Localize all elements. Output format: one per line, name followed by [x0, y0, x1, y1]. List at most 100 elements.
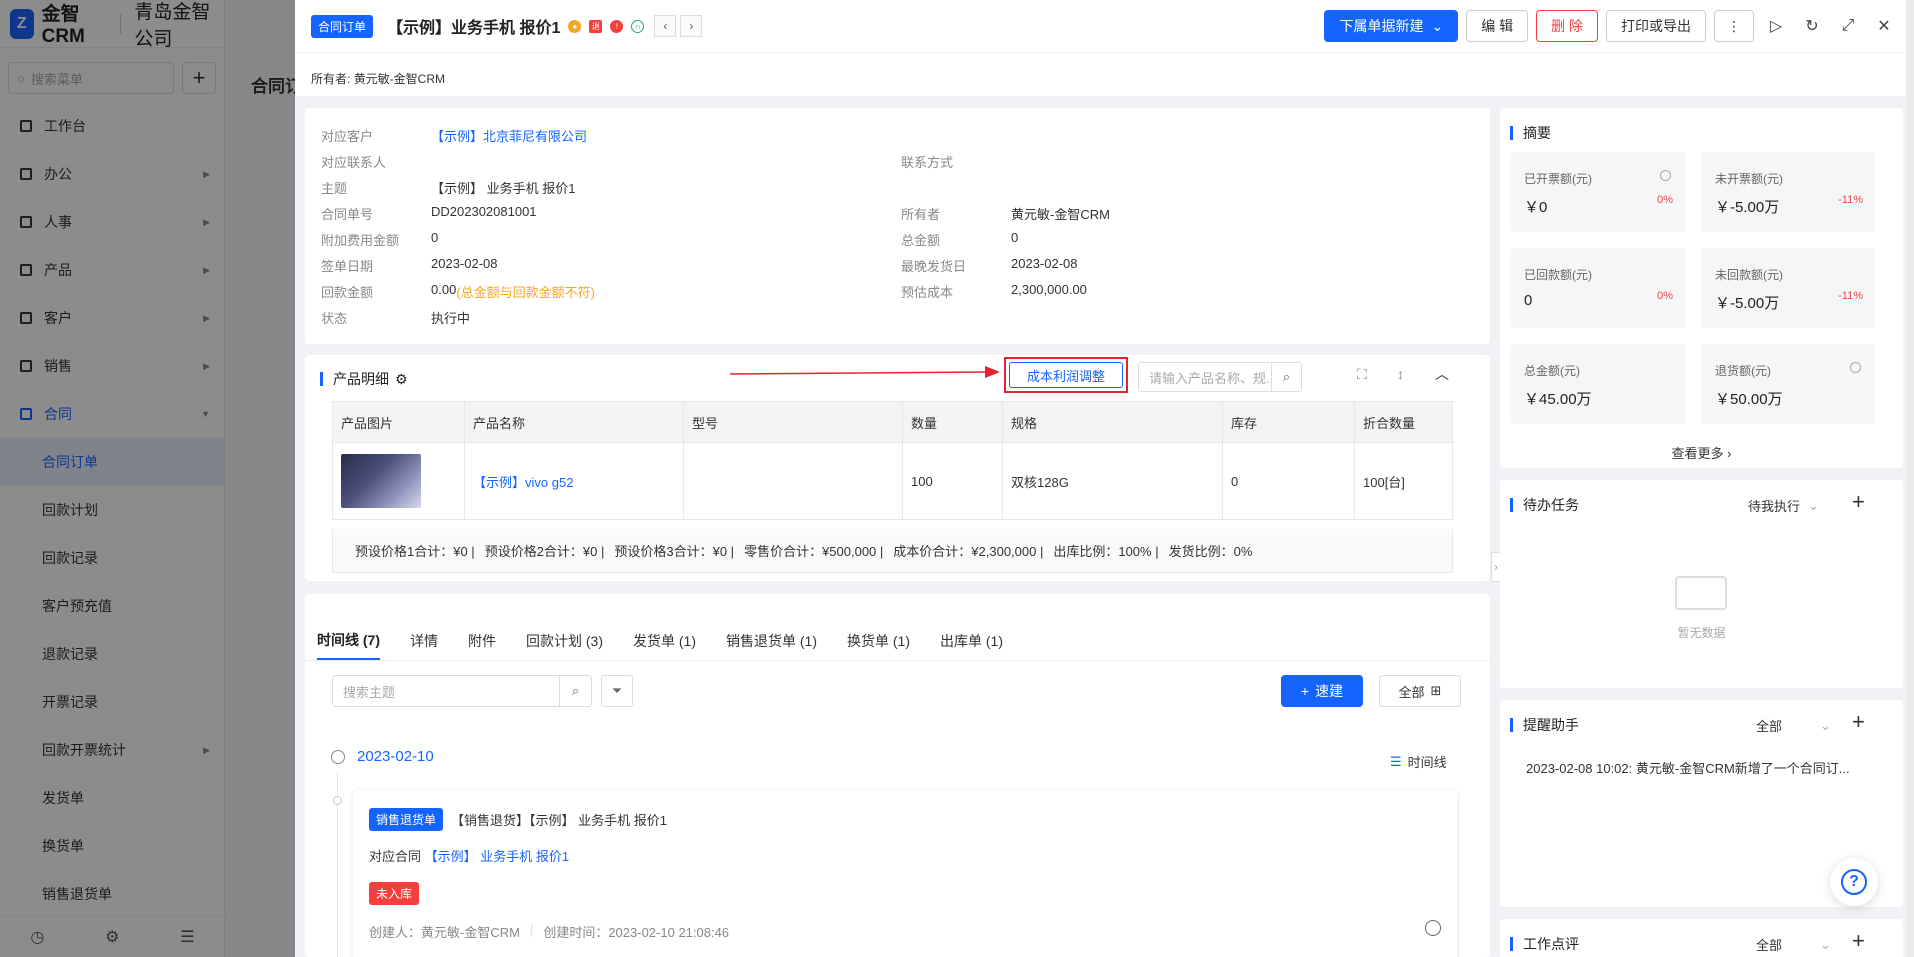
- see-more-label: 查看更多: [1671, 446, 1724, 461]
- add-review-button[interactable]: +: [1852, 928, 1865, 954]
- card-contract-label: 对应合同: [369, 849, 422, 864]
- expand-icon[interactable]: ⛶: [1357, 366, 1367, 383]
- field-value: 0: [431, 230, 439, 245]
- info-status: 状态 执行中: [321, 308, 470, 327]
- scrollbar[interactable]: [1906, 0, 1914, 957]
- fullscreen-icon[interactable]: ⤢: [1834, 12, 1862, 40]
- reminder-item[interactable]: 2023-02-08 10:02: 黄元敏-金智CRM新增了一个合同订...: [1526, 758, 1850, 777]
- field-label: 附加费用金额: [321, 233, 400, 248]
- customer-link[interactable]: 【示例】北京菲尼有限公司: [431, 126, 587, 145]
- alert-icon[interactable]: !: [610, 19, 624, 33]
- tab-shipping[interactable]: 发货单 (1): [633, 622, 696, 660]
- add-reminder-button[interactable]: +: [1852, 709, 1865, 735]
- info-subject: 主题 【示例】 业务手机 报价1: [321, 178, 575, 197]
- card-contract-link[interactable]: 【示例】 业务手机 报价1: [425, 849, 569, 864]
- card-creator: 创建人：黄元敏-金智CRM: [369, 925, 520, 940]
- drawer-header: 合同订单 【示例】业务手机 报价1 ● 退 ! ∩ ‹ › 下属单据新建 ⌄ 编 …: [295, 0, 1914, 52]
- product-table-header: 产品图片 产品名称 型号 数量 规格 库存 折合数量: [332, 401, 1453, 443]
- star-icon[interactable]: ●: [568, 19, 582, 33]
- review-title: 工作点评: [1510, 934, 1579, 954]
- timeline-date: 2023-02-10: [357, 748, 434, 765]
- column-header: 产品名称: [464, 401, 684, 443]
- empty-text: 暂无数据: [1677, 626, 1726, 640]
- tab-attachments[interactable]: 附件: [468, 622, 496, 660]
- summary-item: 成本价合计：¥2,300,000 |: [893, 544, 1044, 559]
- all-filter-button[interactable]: 全部 ⊞: [1379, 675, 1461, 707]
- info-paid: 回款金额 0.00 (总金额与回款金额不符): [321, 282, 595, 301]
- tab-details[interactable]: 详情: [410, 622, 438, 660]
- review-filter-dropdown[interactable]: 全部 ⌄: [1756, 935, 1831, 954]
- meta-divider: |: [529, 922, 534, 937]
- field-value: 黄元敏-金智CRM: [1011, 207, 1110, 222]
- timeline-date-row: 2023-02-10: [331, 748, 434, 765]
- resize-vertical-icon[interactable]: ↕: [1397, 366, 1404, 382]
- summary-title: 摘要: [1510, 123, 1551, 143]
- chevron-down-icon: ⌄: [1808, 497, 1819, 513]
- product-search-input[interactable]: 请输入产品名称、规... ⌕: [1138, 362, 1302, 392]
- see-more-link[interactable]: 查看更多 ›: [1500, 443, 1903, 462]
- next-record-button[interactable]: ›: [680, 15, 703, 37]
- field-label: 对应联系人: [321, 155, 387, 170]
- product-conv-cell: 100[台]: [1354, 442, 1453, 520]
- stat-label: 已开票额(元): [1524, 172, 1592, 186]
- product-name-link[interactable]: 【示例】vivo g52: [473, 475, 573, 490]
- filter-button[interactable]: ⏷: [601, 675, 633, 707]
- todo-filter-dropdown[interactable]: 待我执行 ⌄: [1748, 496, 1819, 515]
- prev-record-button[interactable]: ‹: [654, 15, 677, 37]
- tab-outbound[interactable]: 出库单 (1): [940, 622, 1003, 660]
- help-button[interactable]: ?: [1830, 858, 1878, 906]
- refresh-icon[interactable]: ↻: [1798, 12, 1826, 40]
- headset-icon[interactable]: ∩: [631, 19, 645, 33]
- product-image[interactable]: [341, 454, 421, 508]
- review-panel: 工作点评 全部 ⌄ +: [1500, 919, 1903, 957]
- info-customer: 对应客户 【示例】北京菲尼有限公司: [321, 126, 587, 145]
- delete-button[interactable]: 删 除: [1536, 10, 1598, 42]
- info-latest-ship: 最晚发货日 2023-02-08: [901, 256, 1078, 275]
- cost-profit-adjust-button[interactable]: 成本利润调整: [1009, 362, 1123, 388]
- timeline-dot: [333, 796, 342, 805]
- timeline-card[interactable]: 销售退货单 【销售退货】【示例】 业务手机 报价1 对应合同 【示例】 业务手机…: [353, 790, 1457, 957]
- settings-icon[interactable]: ⚙: [395, 371, 408, 388]
- header-actions: 下属单据新建 ⌄ 编 辑 删 除 打印或导出 ⋮ ▷ ↻ ⤢ ✕: [1324, 10, 1898, 42]
- tab-sales-return[interactable]: 销售退货单 (1): [726, 622, 817, 660]
- print-export-button[interactable]: 打印或导出: [1606, 10, 1706, 42]
- reminder-filter-dropdown[interactable]: 全部 ⌄: [1756, 716, 1831, 735]
- more-button[interactable]: ⋮: [1714, 10, 1754, 42]
- product-summary-row: 预设价格1合计：¥0 | 预设价格2合计：¥0 | 预设价格3合计：¥0 | 零…: [332, 529, 1453, 573]
- column-header: 数量: [902, 401, 1003, 443]
- field-label: 联系方式: [901, 155, 954, 170]
- timeline-search-input[interactable]: 搜索主题 ⌕: [332, 675, 592, 707]
- timeline-view-toggle[interactable]: ☰ 时间线: [1390, 752, 1447, 771]
- add-todo-button[interactable]: +: [1852, 489, 1865, 515]
- stat-value: ￥0: [1524, 199, 1548, 216]
- stat-label: 退货额(元): [1715, 364, 1771, 378]
- filter-icon: ⏷: [611, 683, 623, 698]
- summary-item: 预设价格3合计：¥0 |: [614, 544, 735, 559]
- stat-value: 0: [1524, 292, 1533, 309]
- tab-payment-plan[interactable]: 回款计划 (3): [526, 622, 603, 660]
- search-icon[interactable]: ⌕: [1271, 363, 1301, 391]
- card-title: 【销售退货】【示例】 业务手机 报价1: [451, 813, 667, 828]
- review-filter-label: 全部: [1756, 938, 1783, 953]
- close-icon[interactable]: ✕: [1870, 12, 1898, 40]
- reminder-title-label: 提醒助手: [1523, 717, 1579, 733]
- collapse-up-icon[interactable]: ︿: [1435, 364, 1449, 384]
- edit-button[interactable]: 编 辑: [1466, 10, 1529, 42]
- field-label: 对应客户: [321, 129, 374, 144]
- info-order-no: 合同单号 DD202302081001: [321, 204, 537, 223]
- tabs-divider: [305, 660, 1490, 661]
- status-badge: 未入库: [369, 882, 420, 905]
- tab-exchange[interactable]: 换货单 (1): [847, 622, 910, 660]
- field-value: 2023-02-08: [431, 256, 498, 271]
- info-extra-fee: 附加费用金额 0: [321, 230, 438, 249]
- quick-create-button[interactable]: + 速建: [1281, 675, 1363, 707]
- comment-icon[interactable]: [1425, 920, 1441, 936]
- info-est-cost: 预估成本 2,300,000.00: [901, 282, 1087, 301]
- field-label: 回款金额: [321, 285, 374, 300]
- tab-timeline[interactable]: 时间线 (7): [317, 622, 380, 660]
- question-icon: ?: [1841, 869, 1867, 895]
- stat-label: 已回款额(元): [1524, 268, 1592, 282]
- play-icon[interactable]: ▷: [1762, 12, 1790, 40]
- new-child-button[interactable]: 下属单据新建 ⌄: [1324, 10, 1459, 42]
- search-icon[interactable]: ⌕: [559, 676, 591, 706]
